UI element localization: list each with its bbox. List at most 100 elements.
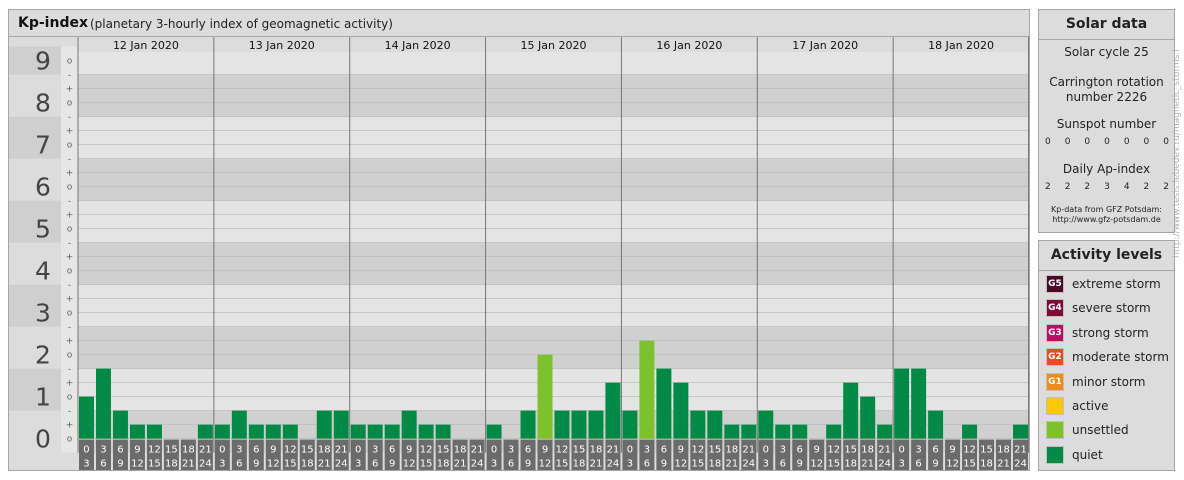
sunspot-value-4: 0 <box>1123 137 1130 147</box>
activity-label: extreme storm <box>1072 277 1161 291</box>
solar-data-title: Solar data <box>1039 10 1174 40</box>
kp-bar <box>911 368 927 439</box>
interval-start-label: 9 <box>406 445 412 456</box>
kp-bar <box>197 424 213 439</box>
interval-start-label: 18 <box>861 445 874 456</box>
kp-bar <box>367 424 383 439</box>
interval-end-label: 12 <box>403 459 416 470</box>
interval-start-label: 0 <box>83 445 89 456</box>
kp-bar <box>520 410 536 439</box>
interval-start-label: 3 <box>100 445 106 456</box>
interval-end-label: 12 <box>131 459 144 470</box>
interval-end-label: 3 <box>627 459 633 470</box>
activity-level-active: active <box>1046 397 1108 415</box>
interval-end-label: 18 <box>437 459 450 470</box>
y-minor-label: o <box>67 393 73 403</box>
interval-end-label: 18 <box>980 459 993 470</box>
interval-start-label: 9 <box>270 445 276 456</box>
day-label: 14 Jan 2020 <box>385 39 451 52</box>
sunspot-value-5: 0 <box>1143 137 1150 147</box>
sunspot-value-6: 0 <box>1163 137 1169 147</box>
y-tick-label: 5 <box>35 215 51 244</box>
kp-bar <box>282 424 298 439</box>
interval-end-label: 3 <box>355 459 361 470</box>
interval-end-label: 3 <box>83 459 89 470</box>
y-minor-label: o <box>67 309 73 319</box>
interval-end-label: 3 <box>219 459 225 470</box>
activity-swatch: G1 <box>1046 372 1064 391</box>
interval-end-label: 18 <box>165 459 178 470</box>
kp-bar <box>707 410 723 439</box>
solar-cycle: Solar cycle 25 <box>1064 45 1149 59</box>
y-minor-label: o <box>67 141 73 151</box>
y-tick-label: 7 <box>35 131 51 160</box>
interval-end-label: 3 <box>491 459 497 470</box>
ap-index-value-6: 2 <box>1163 182 1169 192</box>
ap-index-value-1: 2 <box>1064 182 1071 192</box>
y-minor-label: + <box>66 295 74 305</box>
y-tick-label: 3 <box>35 299 51 328</box>
interval-start-label: 21 <box>335 445 348 456</box>
interval-start-label: 9 <box>949 445 955 456</box>
credit-line1: Kp-data from GFZ Potsdam: <box>1051 205 1162 214</box>
interval-end-label: 18 <box>708 459 721 470</box>
activity-swatch: G2 <box>1046 348 1064 367</box>
interval-start-label: 18 <box>590 445 603 456</box>
interval-start-label: 12 <box>963 445 976 456</box>
plot-band <box>78 242 1029 285</box>
kp-bar <box>928 410 944 439</box>
plot-band <box>78 326 1029 369</box>
kp-bar <box>775 424 791 439</box>
activity-label: strong storm <box>1072 325 1149 340</box>
interval-end-label: 18 <box>844 459 857 470</box>
interval-end-label: 12 <box>539 459 552 470</box>
interval-end-label: 6 <box>372 459 378 470</box>
kp-bar <box>673 382 689 439</box>
y-minor-label: - <box>68 239 71 249</box>
interval-start-label: 3 <box>236 445 242 456</box>
y-minor-label: - <box>68 71 71 81</box>
interval-start-label: 3 <box>780 445 786 456</box>
interval-end-label: 6 <box>780 459 786 470</box>
activity-swatch: G4 <box>1046 299 1064 318</box>
interval-start-label: 6 <box>525 445 531 456</box>
interval-end-label: 24 <box>471 459 484 470</box>
kp-bar <box>435 424 451 439</box>
y-minor-label: + <box>66 169 74 179</box>
activity-label: active <box>1072 399 1109 413</box>
interval-end-label: 15 <box>284 459 297 470</box>
kp-bar <box>231 410 247 439</box>
day-label: 12 Jan 2020 <box>113 39 179 52</box>
sunspot-value-2: 0 <box>1084 137 1091 147</box>
kp-bar <box>690 410 706 439</box>
interval-end-label: 12 <box>810 459 823 470</box>
sunspot-values: 0 0 0 0 0 0 0 <box>1045 137 1169 147</box>
kp-bar <box>112 410 128 439</box>
kp-chart: o+-o+-o+-o+-o+-o+-o+-o+-o+-o012345678912… <box>9 37 1029 470</box>
y-minor-label: - <box>68 281 71 291</box>
interval-start-label: 15 <box>708 445 721 456</box>
interval-start-label: 0 <box>898 445 904 456</box>
credit-link[interactable]: http://www.gfz-potsdam.de <box>1039 215 1174 225</box>
ap-index-label: Daily Ap-index <box>1062 162 1151 176</box>
interval-start-label: 6 <box>797 445 803 456</box>
interval-end-label: 18 <box>301 459 314 470</box>
kp-bar <box>214 424 230 439</box>
interval-start-label: 12 <box>148 445 161 456</box>
kp-bar <box>95 368 111 439</box>
interval-end-label: 15 <box>556 459 569 470</box>
activity-level-minor-storm: G1 minor storm <box>1046 372 1145 391</box>
activity-swatch <box>1046 421 1064 440</box>
interval-start-label: 21 <box>607 445 620 456</box>
y-minor-label: - <box>68 155 71 165</box>
interval-start-label: 21 <box>471 445 484 456</box>
interval-end-label: 9 <box>525 459 531 470</box>
kp-bar <box>860 396 876 439</box>
interval-end-label: 6 <box>915 459 921 470</box>
interval-start-label: 3 <box>372 445 378 456</box>
kp-bar <box>79 396 94 439</box>
y-minor-label: o <box>67 57 73 67</box>
sunspot-label: Sunspot number <box>1056 117 1157 131</box>
interval-end-label: 18 <box>573 459 586 470</box>
activity-level-moderate-storm: G2 moderate storm <box>1046 348 1169 367</box>
